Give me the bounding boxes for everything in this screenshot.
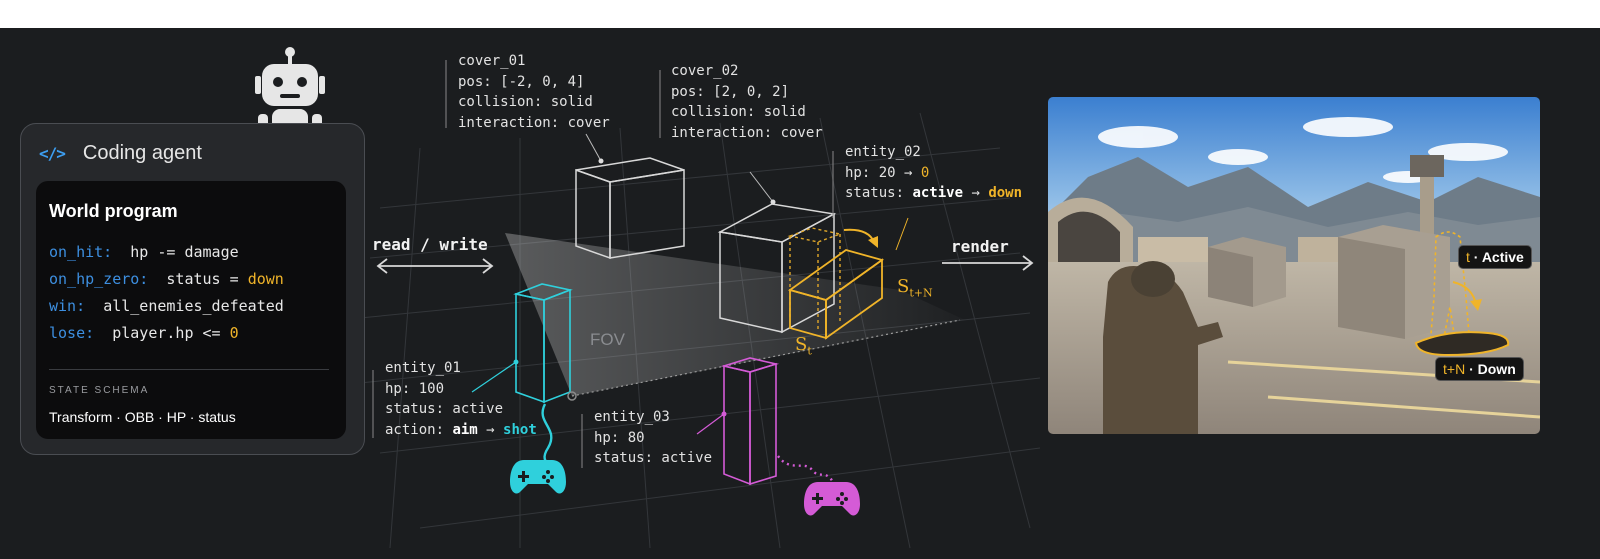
cover-02-label: cover_02 pos: [2, 0, 2] collision: solid… (671, 63, 823, 141)
code-icon: </> (39, 143, 66, 163)
state-schema-value: Transform · OBB · HP · status (49, 409, 236, 425)
diagram-canvas: </> Coding agent World program on_hit: h… (0, 28, 1600, 559)
read-write-arrow (376, 258, 494, 274)
cover-01-label: cover_01 pos: [-2, 0, 4] collision: soli… (458, 53, 610, 131)
state-schema-label: STATE SCHEMA (49, 385, 150, 396)
cover-01-box (575, 157, 685, 260)
cover-02-pointer (749, 171, 774, 203)
coding-agent-card: </> Coding agent World program on_hit: h… (20, 123, 365, 455)
entity-03-cable (777, 455, 836, 485)
agent-header: </> Coding agent (39, 138, 202, 168)
entity-02-fall-arrowhead (868, 236, 878, 248)
divider (49, 369, 329, 370)
rule-on-hit: on_hit: hp -= damage (49, 243, 239, 261)
entity-01-label: entity_01 hp: 100 status: active action:… (385, 360, 537, 438)
rule-win: win: all_enemies_defeated (49, 297, 284, 315)
render-arrow (942, 255, 1034, 271)
entity-02-label: entity_02 hp: 20 → 0 status: active → do… (845, 144, 1023, 201)
badge-active: t · Active (1458, 245, 1532, 269)
cover-01-dot (598, 158, 604, 164)
read-write-label: read / write (372, 235, 488, 254)
gamepad-icon-cyan (510, 460, 566, 494)
render-label: render (951, 237, 1009, 256)
entity-03-dot (721, 411, 727, 417)
cover-02-dot (770, 199, 776, 205)
world-program-title: World program (49, 201, 178, 221)
rendered-scene: t · Active t+N · Down (1048, 97, 1540, 434)
badge-down: t+N · Down (1435, 357, 1524, 381)
fov-label: FOV (590, 330, 625, 349)
rule-on-hp-zero: on_hp_zero: status = down (49, 270, 284, 288)
cover-01-pointer (585, 133, 602, 162)
entity-03-label: entity_03 hp: 80 status: active (594, 409, 713, 466)
agent-title: Coding agent (82, 141, 202, 164)
state-t-label: St (795, 334, 812, 358)
rule-lose: lose: player.hp <= 0 (49, 324, 239, 342)
gamepad-icon-magenta (804, 482, 860, 516)
entity-02-pointer (895, 217, 909, 251)
world-program-panel: World program on_hit: hp -= damage on_hp… (36, 181, 346, 439)
fov-cone (505, 233, 965, 396)
state-tn-label: St+N (897, 276, 933, 300)
